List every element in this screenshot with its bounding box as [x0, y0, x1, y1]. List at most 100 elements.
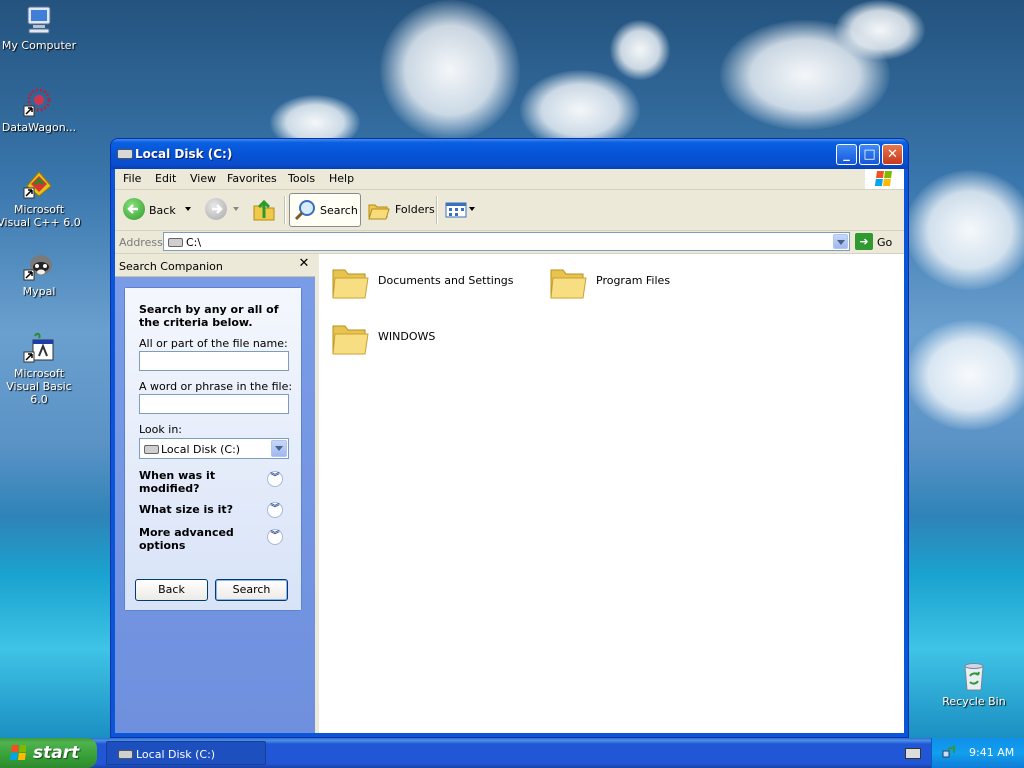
option-size[interactable]: What size is it?	[139, 503, 249, 516]
visual-basic-icon	[23, 332, 55, 364]
views-icon	[445, 202, 467, 218]
folders-label: Folders	[395, 203, 435, 216]
menu-tools[interactable]: Tools	[288, 172, 315, 185]
menu-favorites[interactable]: Favorites	[227, 172, 277, 185]
option-advanced[interactable]: More advanced options	[139, 526, 249, 552]
lookin-select[interactable]: Local Disk (C:)	[139, 438, 289, 459]
window-title: Local Disk (C:)	[135, 147, 233, 161]
system-tray: 9:41 AM	[931, 738, 1024, 768]
desktop-icon-label: DataWagon...	[1, 121, 77, 134]
menu-view[interactable]: View	[190, 172, 216, 185]
address-input[interactable]: C:\	[163, 232, 850, 251]
go-button[interactable]: Go	[877, 236, 892, 249]
visual-cpp-icon	[23, 168, 55, 200]
start-label: start	[33, 743, 80, 763]
folders-button[interactable]: Folders	[363, 193, 435, 227]
windows-logo-icon	[865, 169, 904, 189]
option-modified[interactable]: When was it modified?	[139, 469, 249, 495]
desktop-icon-mypal[interactable]: Mypal	[0, 250, 81, 298]
lookin-value: Local Disk (C:)	[161, 443, 241, 456]
search-companion-title: Search Companion	[119, 260, 223, 273]
folder-name: Documents and Settings	[378, 274, 514, 287]
drive-icon	[144, 445, 159, 454]
desktop-icon-label: Recycle Bin	[942, 695, 1006, 708]
forward-arrow-icon	[205, 198, 227, 220]
datawagon-icon	[23, 86, 55, 118]
drive-icon	[118, 750, 133, 759]
expand-chevron-icon[interactable]: ︾	[267, 502, 283, 518]
window-titlebar[interactable]: Local Disk (C:) _ □ ✕	[111, 139, 908, 169]
desktop-icon-label: Microsoft Visual C++ 6.0	[0, 203, 81, 229]
menu-bar: File Edit View Favorites Tools Help	[115, 169, 904, 190]
toolbar-separator	[436, 196, 438, 224]
file-list: Documents and Settings Program Files WIN…	[319, 254, 904, 733]
toolbar: Back Search Folders	[115, 190, 904, 231]
address-label: Address	[119, 236, 163, 249]
window-client: File Edit View Favorites Tools Help Back	[115, 169, 904, 733]
expand-chevron-icon[interactable]: ︾	[267, 471, 283, 487]
lookin-label: Look in:	[139, 423, 182, 436]
search-button[interactable]: Search	[289, 193, 361, 227]
back-arrow-icon	[123, 198, 145, 220]
cloud	[610, 20, 670, 80]
menu-file[interactable]: File	[123, 172, 141, 185]
search-criteria-panel: Search by any or all of the criteria bel…	[124, 287, 302, 611]
expand-chevron-icon[interactable]: ︾	[267, 529, 283, 545]
network-icon[interactable]	[942, 745, 956, 759]
taskbar-item-local-disk[interactable]: Local Disk (C:)	[106, 741, 266, 765]
toolbar-separator	[284, 196, 286, 224]
chevron-down-icon	[233, 207, 239, 211]
views-button[interactable]	[441, 193, 477, 227]
address-bar: Address C:\ ➜ Go	[115, 231, 904, 254]
folder-item[interactable]: WINDOWS	[323, 314, 533, 362]
explorer-window: Local Disk (C:) _ □ ✕ File Edit View Fav…	[111, 139, 908, 737]
phrase-label: A word or phrase in the file:	[139, 380, 293, 393]
search-companion-pane: Search Companion ✕ Search by any or all …	[115, 254, 315, 733]
forward-button[interactable]	[203, 193, 247, 227]
computer-icon	[23, 4, 55, 36]
lookin-dropdown-button[interactable]	[271, 440, 287, 457]
back-button[interactable]: Back	[119, 193, 199, 227]
chevron-down-icon	[185, 207, 191, 211]
windows-logo-icon	[9, 745, 27, 761]
folder-item[interactable]: Documents and Settings	[323, 258, 533, 306]
folders-icon	[367, 199, 391, 221]
keyboard-icon[interactable]	[905, 748, 921, 759]
filename-label: All or part of the file name:	[139, 337, 288, 350]
maximize-button[interactable]: □	[859, 144, 880, 165]
desktop-icon-my-computer[interactable]: My Computer	[0, 4, 81, 52]
search-companion-header: Search Companion ✕	[115, 254, 315, 277]
up-folder-button[interactable]	[249, 193, 279, 227]
desktop-icon-visual-basic[interactable]: Microsoft Visual Basic 6.0	[0, 332, 81, 406]
back-button[interactable]: Back	[135, 579, 208, 601]
taskbar: start Local Disk (C:) 9:41 AM	[0, 738, 1024, 768]
cloud	[380, 0, 520, 140]
folder-icon	[331, 264, 369, 300]
go-arrow-icon[interactable]: ➜	[855, 233, 873, 250]
start-button[interactable]: start	[0, 738, 97, 768]
address-dropdown-button[interactable]	[833, 234, 848, 249]
menu-help[interactable]: Help	[329, 172, 354, 185]
phrase-input[interactable]	[139, 394, 289, 414]
search-icon	[293, 198, 317, 222]
desktop-icon-label: Microsoft Visual Basic 6.0	[6, 367, 72, 406]
folder-icon	[549, 264, 587, 300]
clock[interactable]: 9:41 AM	[969, 746, 1014, 759]
maximize-icon: □	[863, 147, 876, 162]
desktop-icon-visual-cpp[interactable]: Microsoft Visual C++ 6.0	[0, 168, 81, 229]
close-button[interactable]: ✕	[882, 144, 903, 165]
search-submit-button[interactable]: Search	[215, 579, 288, 601]
mypal-icon	[23, 250, 55, 282]
menu-edit[interactable]: Edit	[155, 172, 176, 185]
address-value: C:\	[186, 236, 202, 249]
folder-name: Program Files	[596, 274, 671, 287]
desktop-icon-datawagon[interactable]: DataWagon...	[0, 86, 81, 134]
cloud	[835, 0, 925, 60]
desktop-icon-recycle-bin[interactable]: Recycle Bin	[932, 660, 1016, 708]
search-heading: Search by any or all of the criteria bel…	[139, 303, 279, 329]
back-label: Back	[149, 204, 176, 217]
folder-item[interactable]: Program Files	[541, 258, 751, 306]
close-icon[interactable]: ✕	[296, 256, 312, 272]
filename-input[interactable]	[139, 351, 289, 371]
minimize-button[interactable]: _	[836, 144, 857, 165]
